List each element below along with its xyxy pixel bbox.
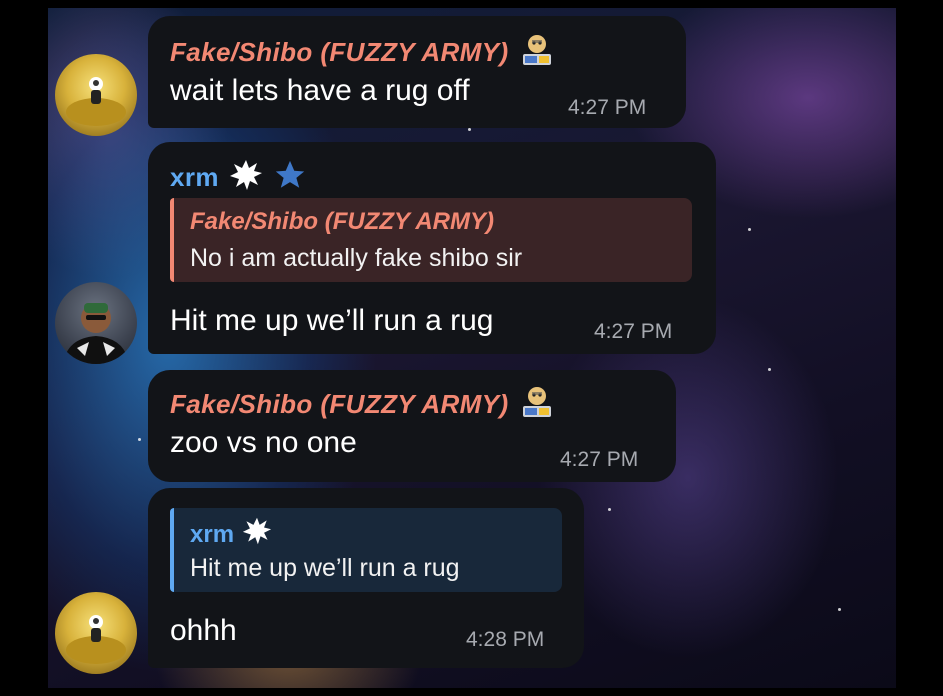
reply-quote[interactable]: Fake/Shibo (FUZZY ARMY) No i am actually… bbox=[170, 198, 692, 282]
avatar-fake-shibo[interactable] bbox=[55, 54, 137, 136]
wallpaper-star bbox=[608, 508, 611, 511]
sender-name[interactable]: Fake/Shibo (FUZZY ARMY) bbox=[170, 37, 509, 68]
wallpaper-star bbox=[768, 368, 771, 371]
blue-star-icon bbox=[273, 158, 307, 197]
reply-sender: xrm bbox=[190, 520, 235, 548]
message-time: 4:27 PM bbox=[568, 96, 647, 119]
reply-quote[interactable]: xrm Hit me up we’ll run a rug bbox=[170, 508, 562, 592]
sender-name[interactable]: xrm bbox=[170, 162, 219, 193]
gold-bull-avatar-icon bbox=[66, 77, 126, 126]
message-text: wait lets have a rug off bbox=[170, 74, 470, 107]
doge-laptop-sticker-icon bbox=[519, 384, 555, 425]
message-bubble[interactable]: xrm Fake/Shibo (FUZZY ARMY) No i am actu… bbox=[148, 142, 716, 354]
doge-laptop-sticker-icon bbox=[519, 32, 555, 73]
sender-name[interactable]: Fake/Shibo (FUZZY ARMY) bbox=[170, 389, 509, 420]
white-burst-emoji-icon bbox=[229, 158, 263, 197]
message-bubble[interactable]: Fake/Shibo (FUZZY ARMY) wait lets have a… bbox=[148, 16, 686, 128]
message-bubble[interactable]: xrm Hit me up we’ll run a rug ohhh 4:28 … bbox=[148, 488, 584, 668]
message-text: ohhh bbox=[170, 614, 237, 647]
gold-bull-avatar-icon bbox=[66, 615, 126, 664]
message-time: 4:27 PM bbox=[560, 448, 639, 471]
reply-text: Hit me up we’ll run a rug bbox=[190, 554, 460, 582]
message-text: zoo vs no one bbox=[170, 426, 357, 459]
white-burst-emoji-icon bbox=[242, 516, 272, 553]
reply-sender: Fake/Shibo (FUZZY ARMY) bbox=[190, 208, 495, 235]
avatar-fake-shibo[interactable] bbox=[55, 592, 137, 674]
wallpaper-star bbox=[838, 608, 841, 611]
avatar-xrm[interactable] bbox=[55, 282, 137, 364]
wallpaper-star bbox=[748, 228, 751, 231]
wallpaper-star bbox=[138, 438, 141, 441]
reply-text: No i am actually fake shibo sir bbox=[190, 244, 523, 272]
message-time: 4:28 PM bbox=[466, 628, 545, 651]
wallpaper-star bbox=[468, 128, 471, 131]
person-avatar-icon bbox=[63, 303, 129, 364]
screenshot-frame: Fake/Shibo (FUZZY ARMY) wait lets have a… bbox=[0, 0, 943, 696]
message-text: Hit me up we’ll run a rug bbox=[170, 304, 494, 337]
reply-sender-row: xrm bbox=[190, 516, 272, 553]
message-time: 4:27 PM bbox=[594, 320, 673, 343]
message-bubble[interactable]: Fake/Shibo (FUZZY ARMY) zoo vs no one 4:… bbox=[148, 370, 676, 482]
